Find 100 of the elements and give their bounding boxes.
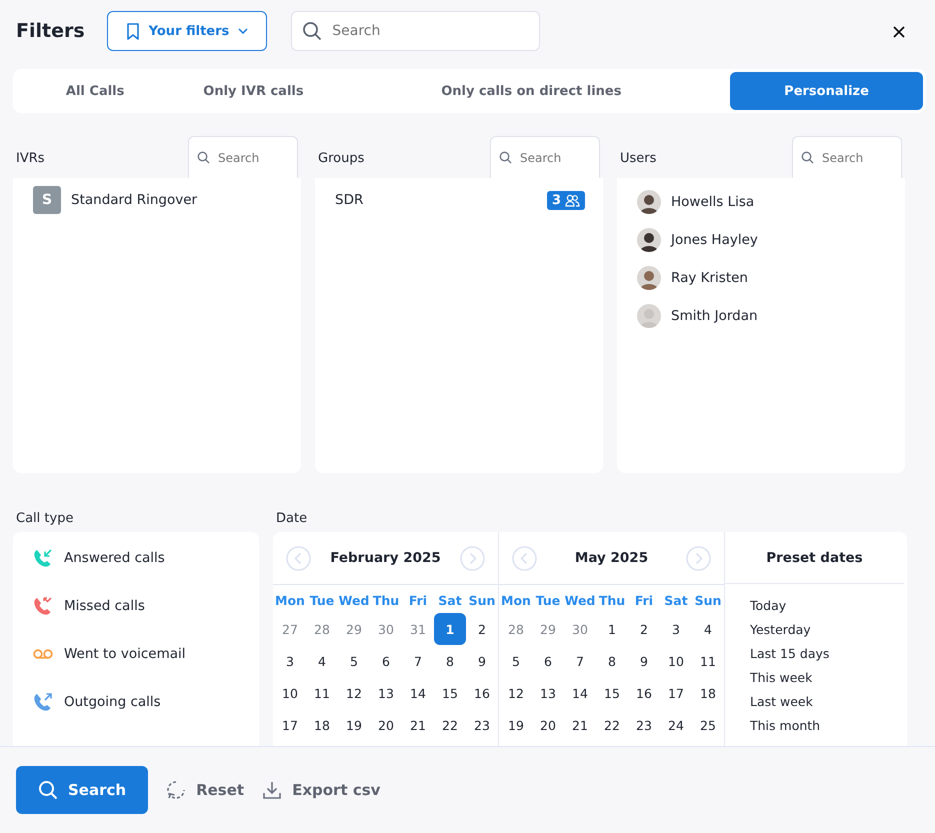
calendar-day[interactable]: 4: [306, 645, 338, 677]
search-icon: [38, 780, 58, 800]
calendar-day[interactable]: 21: [402, 709, 434, 741]
avatar-icon: [637, 228, 661, 252]
calendar-day[interactable]: 4: [692, 613, 724, 645]
tab[interactable]: Only calls on direct lines: [332, 72, 730, 110]
tab[interactable]: All Calls: [16, 72, 174, 110]
next-month-icon[interactable]: [460, 546, 485, 570]
calendar-day[interactable]: 9: [628, 645, 660, 677]
calendar-day[interactable]: 30: [370, 613, 402, 645]
calendar-day[interactable]: 13: [532, 677, 564, 709]
calendar-day[interactable]: 28: [500, 613, 532, 645]
calendar-day[interactable]: 13: [370, 677, 402, 709]
weekday-label: Tue: [308, 592, 336, 610]
calendar-day[interactable]: 18: [306, 709, 338, 741]
calendar-day[interactable]: 24: [660, 709, 692, 741]
next-month-icon[interactable]: [686, 546, 711, 570]
people-icon: [565, 194, 580, 206]
calendar-day[interactable]: 22: [596, 709, 628, 741]
preset-option[interactable]: This week: [750, 670, 907, 688]
list-item[interactable]: SDR: [335, 192, 364, 208]
call-type-option[interactable]: Missed calls: [64, 598, 145, 614]
search-button[interactable]: Search: [16, 766, 148, 814]
calendar-day[interactable]: 2: [628, 613, 660, 645]
calendar-day[interactable]: 23: [466, 709, 498, 741]
calendar-day[interactable]: 11: [306, 677, 338, 709]
calendar-day[interactable]: 25: [692, 709, 724, 741]
list-item[interactable]: Standard Ringover: [71, 192, 198, 208]
calendar-day[interactable]: 14: [402, 677, 434, 709]
search-field[interactable]: Search: [490, 136, 600, 178]
calendar-day[interactable]: 12: [338, 677, 370, 709]
calendar-day[interactable]: 21: [564, 709, 596, 741]
reset-button[interactable]: Reset: [166, 780, 244, 800]
search-field[interactable]: Search: [792, 136, 902, 178]
preset-option[interactable]: Today: [750, 598, 907, 616]
call-type-option[interactable]: Answered calls: [64, 550, 165, 566]
weekday-label: Sat: [663, 592, 689, 610]
calendar-day[interactable]: 5: [338, 645, 370, 677]
calendar-day[interactable]: 10: [274, 677, 306, 709]
search-icon: [801, 151, 814, 164]
calendar-day[interactable]: 3: [660, 613, 692, 645]
calendar-day[interactable]: 23: [628, 709, 660, 741]
calendar-day[interactable]: 10: [660, 645, 692, 677]
section-title: Call type: [15, 511, 74, 528]
your-filters-button[interactable]: Your filters: [106, 11, 268, 51]
calendar-day[interactable]: 28: [306, 613, 338, 645]
calendar-day[interactable]: 12: [500, 677, 532, 709]
previous-month-icon[interactable]: [286, 546, 311, 570]
list-item[interactable]: Smith Jordan: [671, 308, 758, 324]
calendar-day[interactable]: 16: [466, 677, 498, 709]
list-item[interactable]: Jones Hayley: [671, 232, 758, 248]
calendar-day[interactable]: 7: [564, 645, 596, 677]
calendar-day[interactable]: 6: [370, 645, 402, 677]
calendar-day[interactable]: 16: [628, 677, 660, 709]
calendar-day[interactable]: 17: [274, 709, 306, 741]
search-field[interactable]: Search: [291, 11, 540, 51]
list-item[interactable]: Howells Lisa: [671, 194, 754, 210]
calendar-day[interactable]: 29: [338, 613, 370, 645]
previous-month-icon[interactable]: [512, 546, 537, 570]
calendar-day[interactable]: 11: [692, 645, 724, 677]
weekday-label: Thu: [598, 592, 626, 610]
calendar-day[interactable]: 22: [434, 709, 466, 741]
calendar-day[interactable]: 14: [564, 677, 596, 709]
calendar-day[interactable]: 20: [532, 709, 564, 741]
calendar-day[interactable]: 15: [434, 677, 466, 709]
calendar-day[interactable]: 1: [434, 613, 466, 645]
weekday-label: Sun: [468, 592, 496, 610]
calendar-day[interactable]: 3: [274, 645, 306, 677]
calendar-day[interactable]: 9: [466, 645, 498, 677]
calendar-day[interactable]: 19: [338, 709, 370, 741]
calendar-day[interactable]: 27: [274, 613, 306, 645]
avatar-icon: [637, 266, 661, 290]
preset-option[interactable]: This month: [750, 718, 907, 736]
bookmark-icon: [126, 22, 140, 40]
calendar-day[interactable]: 30: [564, 613, 596, 645]
calendar-day[interactable]: 8: [434, 645, 466, 677]
tab[interactable]: Personalize: [730, 72, 923, 110]
preset-option[interactable]: Last 15 days: [750, 646, 907, 664]
call-type-option[interactable]: Outgoing calls: [64, 694, 161, 710]
tab[interactable]: Only IVR calls: [174, 72, 333, 110]
calendar-day[interactable]: 6: [532, 645, 564, 677]
calendar-day[interactable]: 15: [596, 677, 628, 709]
calendar-day[interactable]: 5: [500, 645, 532, 677]
calendar-day[interactable]: 31: [402, 613, 434, 645]
calendar-day[interactable]: 1: [596, 613, 628, 645]
call-type-option[interactable]: Went to voicemail: [64, 646, 186, 662]
calendar-day[interactable]: 29: [532, 613, 564, 645]
calendar-day[interactable]: 2: [466, 613, 498, 645]
dialog-title: Filters: [16, 20, 85, 42]
calendar-day[interactable]: 17: [660, 677, 692, 709]
calendar-day[interactable]: 8: [596, 645, 628, 677]
search-field[interactable]: Search: [188, 136, 298, 178]
calendar-day[interactable]: 7: [402, 645, 434, 677]
calendar-day[interactable]: 20: [370, 709, 402, 741]
calendar-day[interactable]: 18: [692, 677, 724, 709]
preset-option[interactable]: Yesterday: [750, 622, 907, 640]
calendar-day[interactable]: 19: [500, 709, 532, 741]
export-button[interactable]: Export csv: [262, 780, 380, 800]
list-item[interactable]: Ray Kristen: [671, 270, 748, 286]
preset-option[interactable]: Last week: [750, 694, 907, 712]
